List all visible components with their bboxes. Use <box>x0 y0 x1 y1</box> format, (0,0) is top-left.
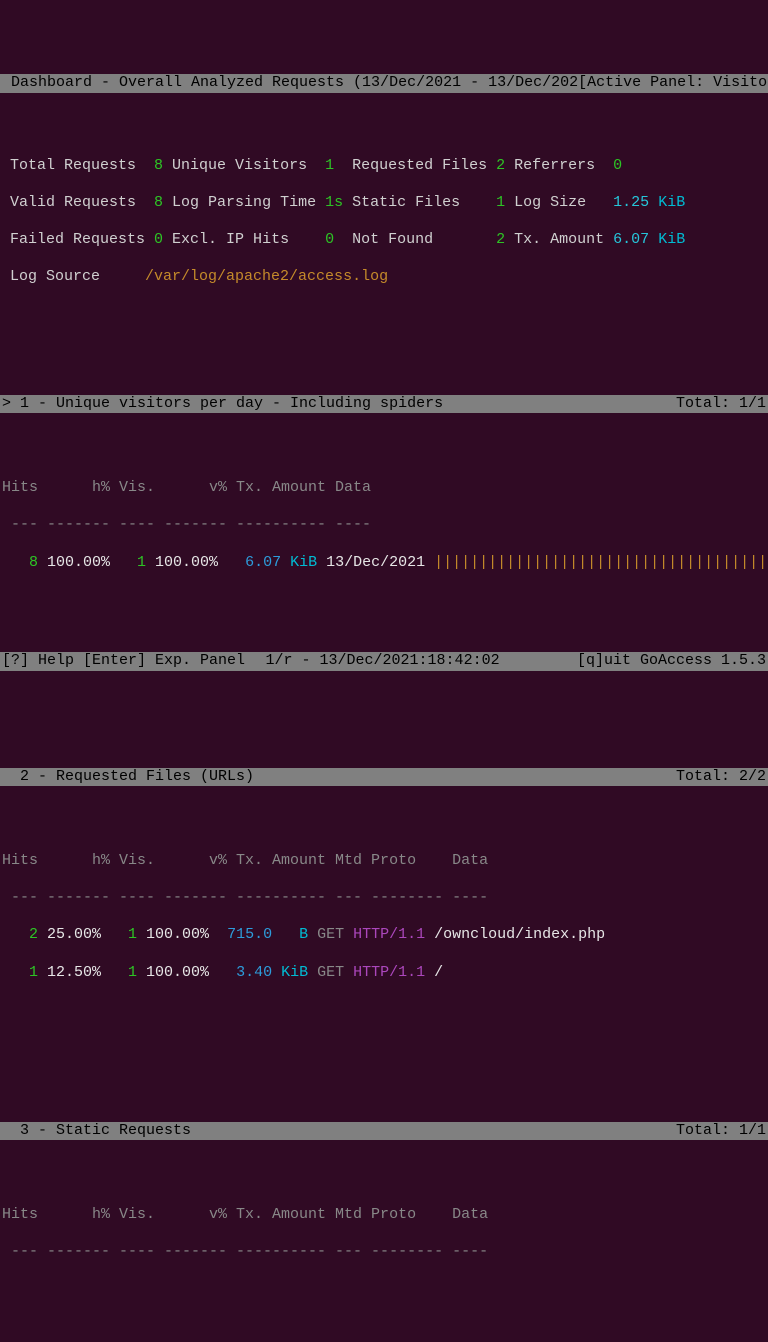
p2r0-vis: 1 <box>101 926 137 943</box>
panel2-row-1[interactable]: 1 12.50% 1 100.00% 3.40 KiB GET HTTP/1.1… <box>0 964 768 983</box>
excl-ip-label: Excl. IP Hits <box>163 231 316 248</box>
p2r1-vis: 1 <box>101 964 137 981</box>
p2r0-txu: B <box>281 926 308 943</box>
tx-amount-value: 6.07 <box>613 231 649 248</box>
p1-hp: 100.00% <box>38 554 110 571</box>
tx-amount-label: Tx. Amount <box>505 231 613 248</box>
static-files-value: 1 <box>496 194 505 211</box>
requested-files-label: Requested Files <box>334 157 496 174</box>
p2r1-txa: 3.40 <box>209 964 272 981</box>
panel1-dashes: --- ------- ---- ------- ---------- ---- <box>0 516 768 535</box>
failed-requests-value: 0 <box>145 231 163 248</box>
panel-visitors-title: > 1 - Unique visitors per day - Includin… <box>2 395 676 414</box>
p2r0-txa: 715.0 <box>209 926 281 943</box>
p2r0-hp: 25.00% <box>38 926 101 943</box>
stat-row-1: Total Requests 8 Unique Visitors 1 Reque… <box>10 157 758 176</box>
panel-urls-title: 2 - Requested Files (URLs) <box>2 768 676 787</box>
status-help[interactable]: [?] Help [Enter] Exp. Panel <box>2 652 266 671</box>
tx-amount-unit: KiB <box>649 231 685 248</box>
p1-txa: 6.07 <box>218 554 281 571</box>
spacer <box>0 823 768 833</box>
panel-urls-header[interactable]: 2 - Requested Files (URLs)Total: 2/2 <box>0 768 768 787</box>
spacer <box>0 451 768 461</box>
panel-static-total: Total: 1/1 <box>676 1122 766 1141</box>
stat-row-3: Failed Requests 0 Excl. IP Hits 0 Not Fo… <box>10 231 758 250</box>
log-size-unit: KiB <box>649 194 685 211</box>
total-requests-label: Total Requests <box>10 157 145 174</box>
p2r0-data: /owncloud/index.php <box>434 926 605 943</box>
panel2-dashes: --- ------- ---- ------- ---------- --- … <box>0 889 768 908</box>
titlebar: Dashboard - Overall Analyzed Requests (1… <box>0 74 768 93</box>
p1-hits: 8 <box>2 554 38 571</box>
requested-files-value: 2 <box>496 157 505 174</box>
excl-ip-value: 0 <box>316 231 334 248</box>
p2r0-proto: HTTP/1.1 <box>353 926 434 943</box>
panel-visitors-header[interactable]: > 1 - Unique visitors per day - Includin… <box>0 395 768 414</box>
panel1-row[interactable]: 8 100.00% 1 100.00% 6.07 KiB 13/Dec/2021… <box>0 554 768 573</box>
p2r0-hits: 2 <box>2 926 38 943</box>
log-source-label: Log Source <box>10 268 145 285</box>
static-files-label: Static Files <box>343 194 496 211</box>
p2r1-hits: 1 <box>2 964 38 981</box>
p2r1-vp: 100.00% <box>137 964 209 981</box>
not-found-value: 2 <box>496 231 505 248</box>
active-panel-indicator: [Active Panel: Visitors] <box>578 74 768 91</box>
log-size-value: 1.25 <box>613 194 649 211</box>
overall-stats: Total Requests 8 Unique Visitors 1 Reque… <box>0 130 768 305</box>
log-source-value: /var/log/apache2/access.log <box>145 268 388 285</box>
p1-bars: ||||||||||||||||||||||||||||||||||||||||… <box>434 554 768 571</box>
dashboard-title: Dashboard - Overall Analyzed Requests (1… <box>2 74 578 91</box>
spacer <box>0 1177 768 1187</box>
status-page: 1/r - 13/Dec/2021:18:42:02 <box>266 652 577 671</box>
p1-date: 13/Dec/2021 <box>317 554 434 571</box>
referrers-value: 0 <box>613 157 622 174</box>
log-parsing-label: Log Parsing Time <box>163 194 325 211</box>
p2r0-mtd: GET <box>308 926 353 943</box>
valid-requests-label: Valid Requests <box>10 194 145 211</box>
p1-vis: 1 <box>110 554 146 571</box>
p2r1-mtd: GET <box>308 964 353 981</box>
panel-static-header[interactable]: 3 - Static RequestsTotal: 1/1 <box>0 1122 768 1141</box>
p1-txu: KiB <box>281 554 317 571</box>
panel-urls-total: Total: 2/2 <box>676 768 766 787</box>
failed-requests-label: Failed Requests <box>10 231 145 248</box>
p2r0-vp: 100.00% <box>137 926 209 943</box>
total-requests-value: 8 <box>145 157 163 174</box>
p2r1-hp: 12.50% <box>38 964 101 981</box>
stat-row-4: Log Source /var/log/apache2/access.log <box>10 268 758 287</box>
unique-visitors-label: Unique Visitors <box>163 157 316 174</box>
stat-row-2: Valid Requests 8 Log Parsing Time 1s Sta… <box>10 194 758 213</box>
panel2-columns: Hits h% Vis. v% Tx. Amount Mtd Proto Dat… <box>0 852 768 871</box>
unique-visitors-value: 1 <box>316 157 334 174</box>
referrers-label: Referrers <box>505 157 613 174</box>
panel-static-title: 3 - Static Requests <box>2 1122 676 1141</box>
p2r1-txu: KiB <box>272 964 308 981</box>
valid-requests-value: 8 <box>145 194 163 211</box>
p2r1-proto: HTTP/1.1 <box>353 964 434 981</box>
spacer <box>0 1019 768 1083</box>
log-size-label: Log Size <box>505 194 613 211</box>
p2r1-data: / <box>434 964 443 981</box>
status-quit[interactable]: [q]uit GoAccess 1.5.3 <box>577 652 766 671</box>
p1-vp: 100.00% <box>146 554 218 571</box>
status-bar: [?] Help [Enter] Exp. Panel1/r - 13/Dec/… <box>0 652 768 671</box>
panel2-row-0[interactable]: 2 25.00% 1 100.00% 715.0 B GET HTTP/1.1 … <box>0 926 768 945</box>
panel1-columns: Hits h% Vis. v% Tx. Amount Data <box>0 479 768 498</box>
log-parsing-value: 1s <box>325 194 343 211</box>
spacer <box>0 343 768 357</box>
panel3-columns: Hits h% Vis. v% Tx. Amount Mtd Proto Dat… <box>0 1206 768 1225</box>
not-found-label: Not Found <box>334 231 496 248</box>
panel3-dashes: --- ------- ---- ------- ---------- --- … <box>0 1243 768 1262</box>
panel-visitors-total: Total: 1/1 <box>676 395 766 414</box>
